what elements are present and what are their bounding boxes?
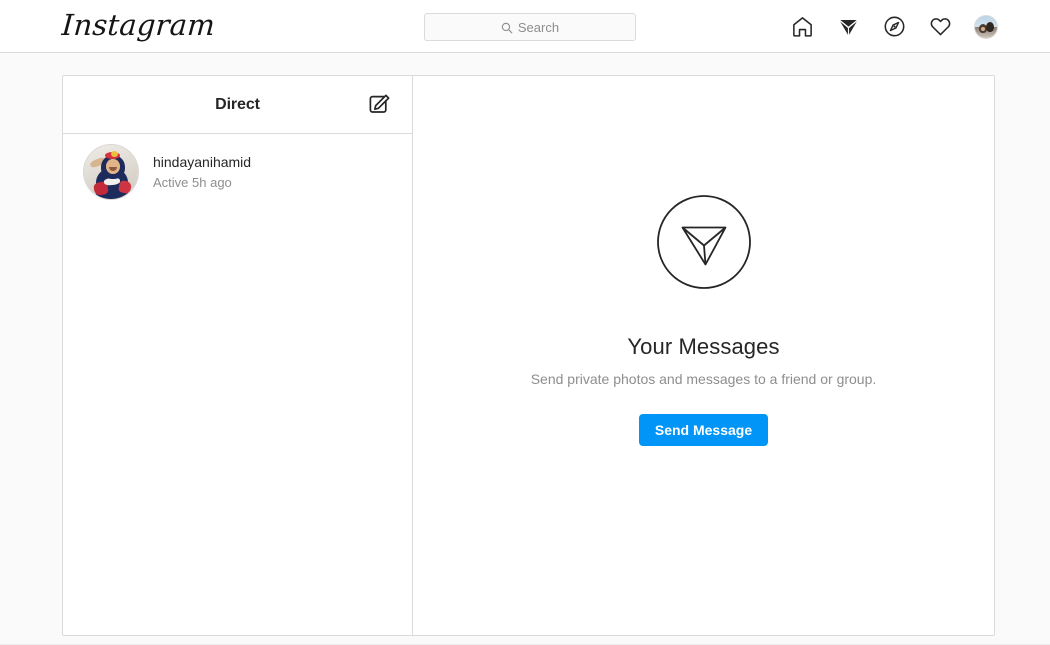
- conversation-text-block: hindayanihamid Active 5h ago: [153, 153, 251, 191]
- conversation-sidebar: Direct hindayanihamid Active 5h ago: [63, 76, 413, 635]
- search-input[interactable]: Search: [424, 13, 636, 41]
- direct-messages-card: Direct hindayanihamid Active 5h ago Your…: [62, 75, 995, 636]
- messages-empty-state-panel: Your Messages Send private photos and me…: [413, 76, 994, 635]
- empty-state-title: Your Messages: [627, 333, 780, 359]
- conversation-avatar: [83, 144, 139, 200]
- top-navigation-bar: Instagram Search: [0, 0, 1050, 53]
- sidebar-header: Direct: [63, 76, 412, 134]
- avatar-face: [981, 26, 985, 31]
- avatar-person-right: [986, 21, 994, 32]
- search-icon: [501, 21, 513, 34]
- conversation-list-item[interactable]: hindayanihamid Active 5h ago: [63, 134, 412, 210]
- conversation-username: hindayanihamid: [153, 154, 252, 170]
- explore-compass-icon[interactable]: [882, 15, 906, 39]
- conversation-list[interactable]: hindayanihamid Active 5h ago: [63, 134, 412, 635]
- empty-state-subtitle: Send private photos and messages to a fr…: [530, 370, 877, 387]
- search-placeholder-text: Search: [517, 19, 560, 35]
- heart-activity-icon[interactable]: [928, 15, 952, 39]
- avatar-hair-bow-accent: [111, 151, 118, 157]
- profile-avatar[interactable]: [974, 14, 998, 39]
- instagram-logo[interactable]: Instagram: [61, 8, 216, 42]
- conversation-active-status: Active 5h ago: [153, 175, 232, 190]
- send-message-button[interactable]: Send Message: [638, 413, 769, 446]
- sidebar-title: Direct: [215, 95, 260, 113]
- new-message-pencil-icon[interactable]: [366, 92, 392, 118]
- direct-circle-icon: [656, 194, 752, 290]
- home-icon[interactable]: [790, 15, 814, 39]
- nav-icon-group: [790, 0, 998, 53]
- direct-icon[interactable]: [836, 15, 860, 39]
